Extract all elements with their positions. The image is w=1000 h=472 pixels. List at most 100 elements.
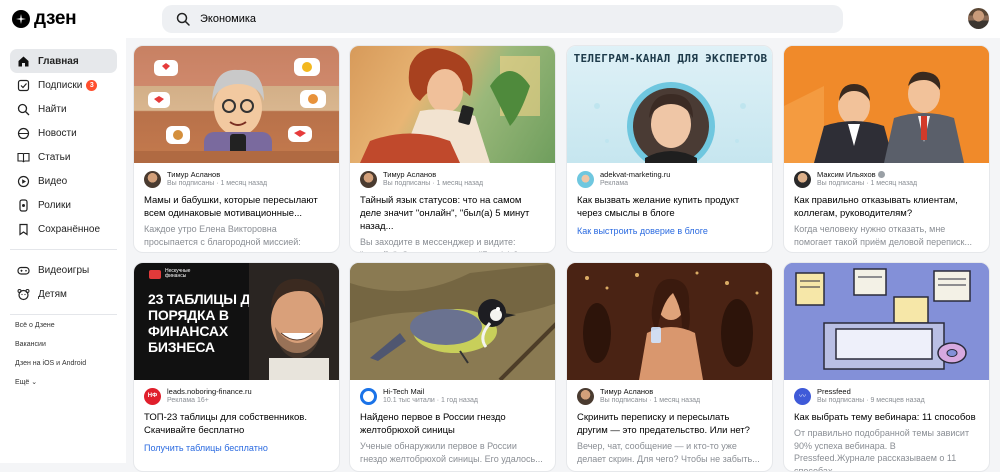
- card-image-finance: Нескучные финансы 23 ТАБЛИЦЫ ДЛЯ ПОРЯДКА…: [134, 263, 339, 380]
- card-title[interactable]: Скринить переписку и пересылать другим —…: [567, 406, 772, 437]
- feed-card[interactable]: 〰 Pressfeed Вы подписаны · 9 месяцев наз…: [783, 262, 990, 472]
- business-illustration: [784, 46, 989, 163]
- card-title[interactable]: Тайный язык статусов: что на самом деле …: [350, 189, 555, 233]
- sidebar-item-saved[interactable]: Сохранённое: [10, 217, 117, 241]
- feed-card[interactable]: Тимур Асланов Вы подписаны · 1 месяц наз…: [349, 45, 556, 253]
- card-snippet: Вечер, чат, сообщение — и кто-то уже дел…: [577, 441, 760, 464]
- author-avatar[interactable]: [577, 387, 594, 405]
- footer-link-about[interactable]: Всё о Дзене: [15, 316, 86, 335]
- sidebar-item-label: Статьи: [38, 151, 71, 163]
- sidebar-item-subscriptions[interactable]: Подписки 3: [10, 73, 117, 97]
- notification-badge: 3: [86, 79, 98, 91]
- ad-label: Реклама: [600, 180, 629, 187]
- ad-link[interactable]: Как выстроить доверие в блоге: [567, 220, 772, 236]
- source-name[interactable]: Hi-Tech Mail: [383, 387, 478, 396]
- footer-link-jobs[interactable]: Вакансии: [15, 335, 86, 354]
- sidebar-item-home[interactable]: Главная: [10, 49, 117, 73]
- feed-card[interactable]: Тимур Асланов Вы подписаны · 1 месяц наз…: [566, 262, 773, 472]
- author-avatar[interactable]: [794, 170, 811, 188]
- sidebar-item-articles[interactable]: Статьи: [10, 145, 117, 169]
- top-bar: дзен: [0, 0, 1000, 38]
- source-subtitle: 10.1 тыс читали · 1 год назад: [383, 397, 478, 404]
- verified-icon: [877, 171, 885, 178]
- card-title[interactable]: Найдено первое в России гнездо желтобрюх…: [350, 406, 555, 437]
- sidebar-footer: Всё о Дзене Вакансии Дзен на iOS и Andro…: [15, 316, 86, 392]
- source-name[interactable]: Тимур Асланов: [383, 170, 483, 179]
- kids-icon: [17, 288, 30, 300]
- source-name[interactable]: adekvat-marketing.ru: [600, 170, 670, 179]
- sidebar-item-label: Найти: [38, 103, 67, 115]
- planning-illustration: [784, 263, 989, 380]
- feed-card[interactable]: Hi-Tech Mail 10.1 тыс читали · 1 год наз…: [349, 262, 556, 472]
- card-meta: Максим Ильяхов Вы подписаны · 1 месяц на…: [784, 163, 989, 189]
- footer-link-apps[interactable]: Дзен на iOS и Android: [15, 354, 86, 373]
- chevron-down-icon: ⌄: [31, 379, 38, 386]
- card-image-bird: [350, 263, 555, 380]
- card-image-telegram: ТЕЛЕГРАМ-КАНАЛ ДЛЯ ЭКСПЕРТОВ: [567, 46, 772, 163]
- logo-text: дзен: [34, 8, 77, 29]
- source-name[interactable]: Тимур Асланов: [167, 170, 267, 179]
- sidebar-divider: [10, 249, 117, 250]
- search-bar[interactable]: [162, 5, 843, 33]
- card-meta: Тимур Асланов Вы подписаны · 1 месяц наз…: [134, 163, 339, 189]
- publisher-logo-icon[interactable]: 〰: [794, 387, 811, 405]
- publisher-logo-icon[interactable]: [360, 387, 377, 405]
- sidebar-item-news[interactable]: Новости: [10, 121, 117, 145]
- sidebar-item-label: Ролики: [38, 199, 71, 211]
- card-snippet: От правильно подобранной темы зависит 90…: [794, 428, 970, 472]
- shorts-icon: [19, 198, 28, 212]
- sidebar-item-video[interactable]: Видео: [10, 169, 117, 193]
- card-title[interactable]: Мамы и бабушки, которые пересылают всем …: [134, 189, 339, 220]
- card-image-party: [567, 263, 772, 380]
- tit-bird-illustration: [350, 263, 555, 380]
- footer-link-more[interactable]: Ещё ⌄: [15, 373, 86, 392]
- sidebar-nav: Главная Подписки 3 Найти Новости Статьи …: [10, 49, 117, 323]
- source-subtitle: Вы подписаны · 9 месяцев назад: [817, 397, 925, 404]
- articles-icon: [17, 152, 30, 162]
- search-icon: [17, 103, 30, 115]
- sidebar-item-search[interactable]: Найти: [10, 97, 117, 121]
- sidebar-divider: [10, 314, 117, 315]
- author-avatar[interactable]: [144, 170, 161, 188]
- source-name[interactable]: Максим Ильяхов: [817, 170, 917, 179]
- woman-illustration: [360, 48, 540, 163]
- card-image-woman-phone: [350, 46, 555, 163]
- news-icon: [17, 127, 30, 139]
- ad-link[interactable]: Получить таблицы бесплатно: [134, 437, 339, 453]
- sidebar-item-label: Главная: [38, 55, 79, 67]
- card-title[interactable]: Как правильно отказывать клиентам, колле…: [784, 189, 989, 220]
- card-meta: Тимур Асланов Вы подписаны · 1 месяц наз…: [350, 163, 555, 189]
- card-meta: 〰 Pressfeed Вы подписаны · 9 месяцев наз…: [784, 380, 989, 406]
- advertiser-avatar[interactable]: [577, 170, 594, 188]
- advertiser-logo-icon[interactable]: НФ: [144, 387, 161, 405]
- feed-card[interactable]: Тимур Асланов Вы подписаны · 1 месяц наз…: [133, 45, 340, 253]
- search-input[interactable]: [200, 13, 800, 25]
- sidebar-item-shorts[interactable]: Ролики: [10, 193, 117, 217]
- source-name[interactable]: Pressfeed: [817, 387, 925, 396]
- sidebar-item-label: Новости: [38, 127, 77, 139]
- card-title[interactable]: Как вызвать желание купить продукт через…: [567, 189, 772, 220]
- ad-label: Реклама 16+: [167, 397, 209, 404]
- feed-card-ad[interactable]: ТЕЛЕГРАМ-КАНАЛ ДЛЯ ЭКСПЕРТОВ adekvat-mar…: [566, 45, 773, 253]
- card-snippet: Вы заходите в мессенджер и видите: "онла…: [360, 237, 526, 252]
- card-title[interactable]: Как выбрать тему вебинара: 11 способов: [784, 406, 989, 424]
- feed-card-ad[interactable]: Нескучные финансы 23 ТАБЛИЦЫ ДЛЯ ПОРЯДКА…: [133, 262, 340, 472]
- source-subtitle: Вы подписаны · 1 месяц назад: [600, 397, 701, 404]
- source-subtitle: Вы подписаны · 1 месяц назад: [817, 180, 918, 187]
- subscriptions-icon: [17, 79, 30, 91]
- sidebar-item-videogames[interactable]: Видеоигры: [10, 258, 117, 282]
- author-avatar[interactable]: [360, 170, 377, 188]
- brand-logo-icon: [149, 269, 161, 279]
- sidebar-item-kids[interactable]: Детям: [10, 282, 117, 306]
- user-avatar[interactable]: [968, 8, 989, 29]
- search-icon: [176, 12, 190, 26]
- logo[interactable]: дзен: [12, 8, 77, 29]
- card-meta: Hi-Tech Mail 10.1 тыс читали · 1 год наз…: [350, 380, 555, 406]
- sidebar: Главная Подписки 3 Найти Новости Статьи …: [0, 38, 126, 463]
- feed-card[interactable]: Максим Ильяхов Вы подписаны · 1 месяц на…: [783, 45, 990, 253]
- bookmark-icon: [19, 223, 28, 236]
- gamepad-icon: [17, 266, 30, 275]
- source-name[interactable]: leads.noboring-finance.ru: [167, 387, 252, 396]
- card-title[interactable]: ТОП-23 таблицы для собственников. Скачив…: [134, 406, 339, 437]
- source-name[interactable]: Тимур Асланов: [600, 387, 700, 396]
